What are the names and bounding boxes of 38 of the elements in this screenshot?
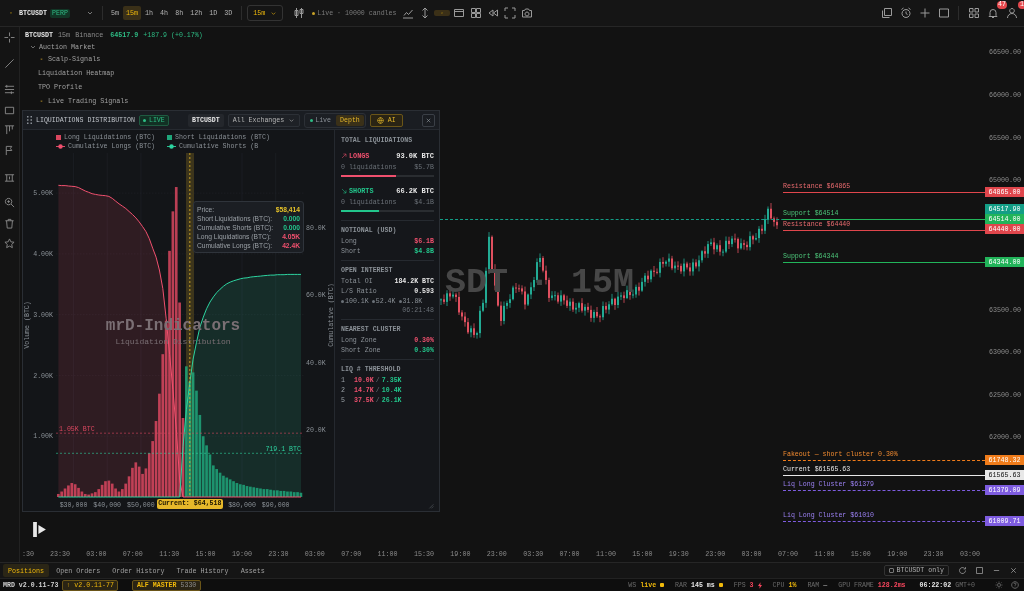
arrow-down-right-icon	[341, 187, 347, 194]
zoom-in-icon[interactable]	[4, 197, 15, 208]
diagonal-line-icon[interactable]	[4, 58, 15, 69]
flag-icon[interactable]	[4, 145, 15, 156]
chevron-down-icon	[288, 116, 296, 124]
pitchfork-icon[interactable]	[4, 124, 15, 135]
checkbox[interactable]	[888, 568, 894, 573]
globe-icon	[376, 116, 384, 124]
lightning-icon	[757, 581, 762, 589]
status-dot-icon	[312, 11, 316, 15]
close-icon[interactable]	[1009, 566, 1018, 575]
status-dot-icon	[142, 118, 146, 122]
star-icon[interactable]	[4, 238, 15, 249]
chevron-down-icon	[86, 9, 94, 17]
drag-handle-icon[interactable]	[27, 116, 32, 124]
square-icon[interactable]	[936, 5, 952, 21]
status-dot-icon	[371, 299, 375, 303]
grid-icon[interactable]	[966, 5, 982, 21]
alarm-clock-icon[interactable]	[898, 5, 914, 21]
status-dot-icon	[398, 299, 402, 303]
status-dot-icon	[341, 299, 344, 303]
close-icon	[425, 116, 432, 124]
crosshair-icon[interactable]	[4, 32, 15, 43]
logo-icon	[33, 522, 46, 537]
user-icon[interactable]	[1004, 5, 1020, 21]
horizontal-lines-icon[interactable]	[4, 84, 15, 95]
resize-handle-icon[interactable]	[427, 502, 434, 509]
copy-icon[interactable]	[879, 5, 895, 21]
ruler-icon[interactable]	[4, 172, 15, 183]
close-button[interactable]	[422, 113, 435, 127]
refresh-icon[interactable]	[958, 566, 967, 575]
rectangle-icon[interactable]	[4, 105, 15, 116]
chevron-down-icon[interactable]	[29, 43, 37, 51]
arrow-up-right-icon	[341, 152, 347, 159]
status-dot-icon	[310, 118, 314, 122]
square-icon[interactable]	[975, 566, 984, 575]
trash-icon[interactable]	[4, 218, 15, 229]
chevron-down-icon	[270, 9, 278, 17]
